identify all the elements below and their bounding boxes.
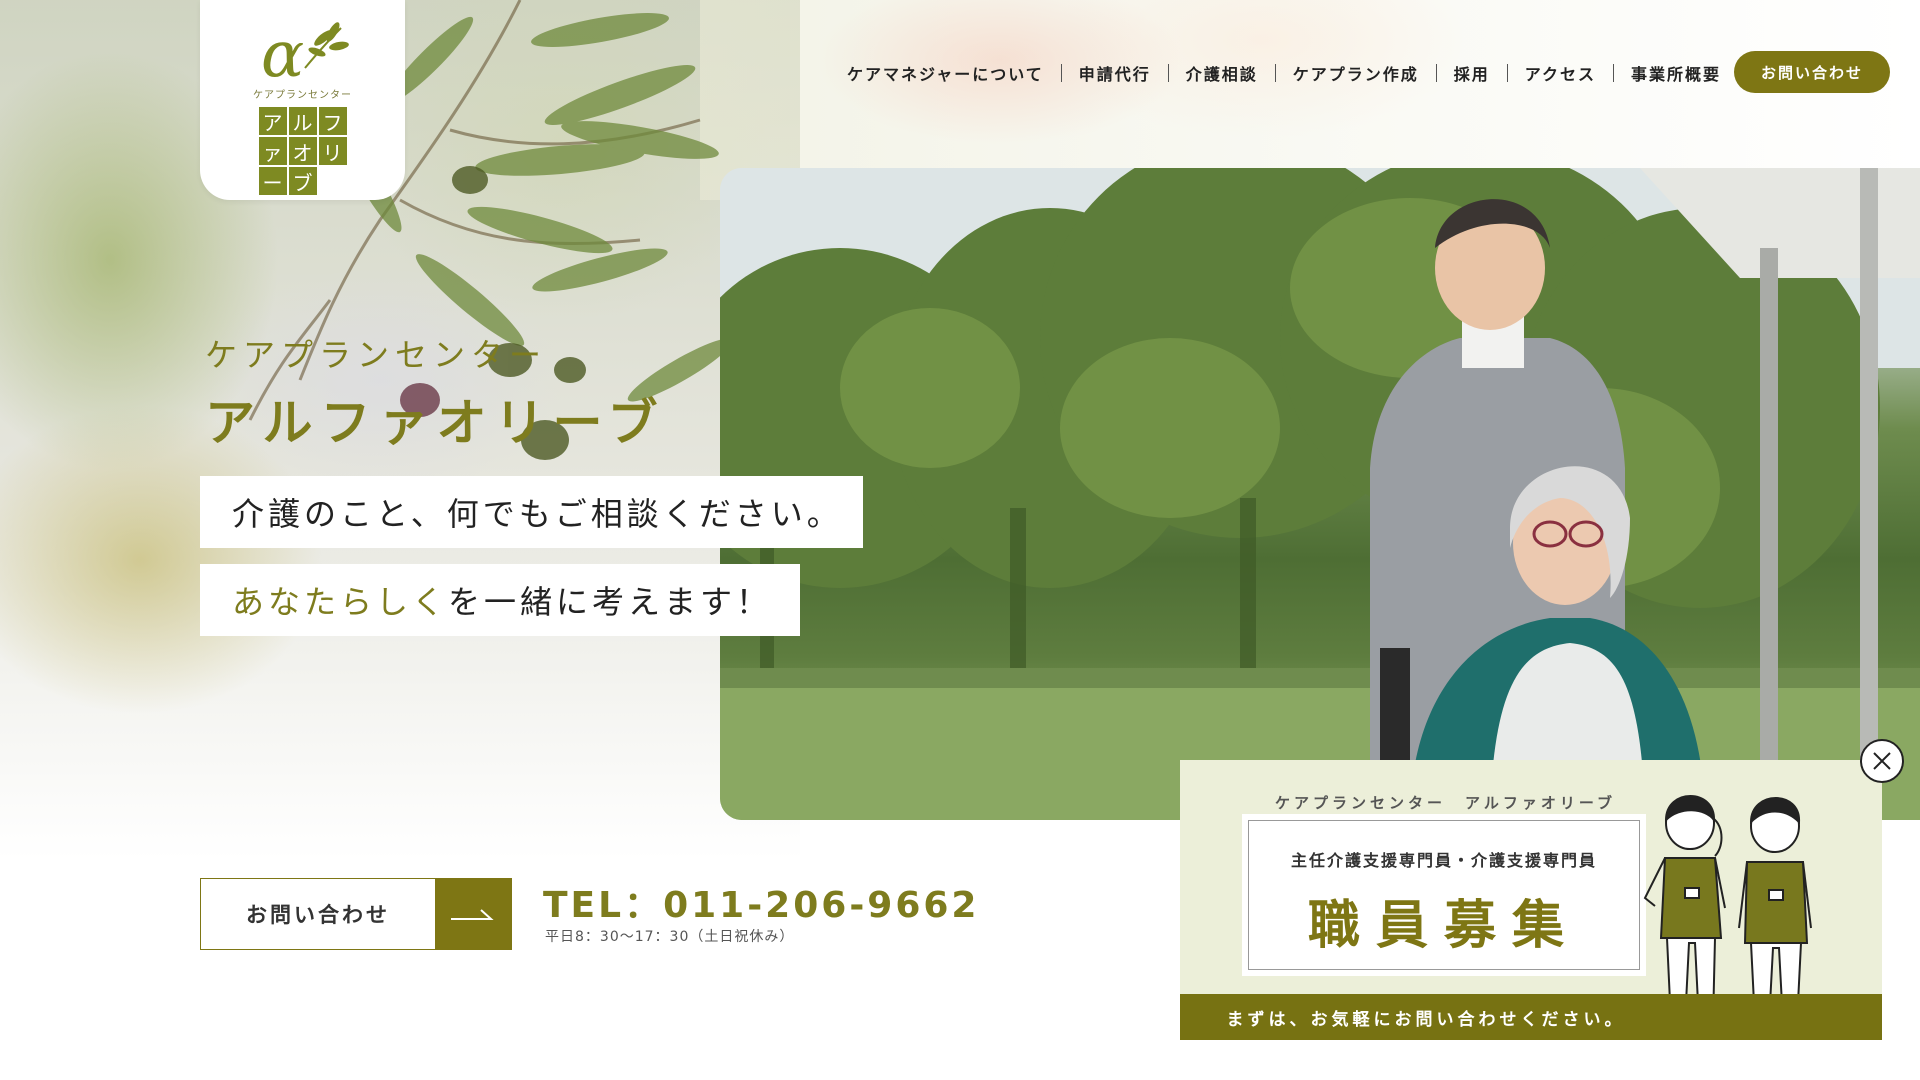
svg-text:α: α [261,18,304,86]
arrow-right-icon [435,879,511,949]
recruit-banner[interactable]: ケアプランセンター アルファオリーブ 主任介護支援専門員・介護支援専門員 職員募… [1180,760,1882,1040]
logo-char: ァ [258,137,287,165]
hero-catchphrase-2: あなたらしく を一緒に考えます！ [200,564,800,636]
nav-item-care-manager[interactable]: ケアマネジャーについて [830,61,1061,85]
logo-subtitle: ケアプランセンター [253,90,352,101]
nav-item-care-plan[interactable]: ケアプラン作成 [1276,61,1436,85]
recruit-headline: 職員募集 [1307,896,1580,956]
phone-number[interactable]: TEL：011-206-9662 [543,876,979,928]
logo-char: ル [288,107,317,135]
nav-contact-button[interactable]: お問い合わせ [1734,51,1890,93]
nav-item-consultation[interactable]: 介護相談 [1169,61,1275,85]
hero-subtitle: ケアプランセンター [205,336,548,374]
catchphrase-highlight: あなたらしく [232,583,449,621]
recruit-company-name: ケアプランセンター アルファオリーブ [1275,794,1616,812]
hero-catchphrase-1: 介護のこと、何でもご相談ください。 [200,476,863,548]
logo-char: フ [318,107,347,135]
logo-char: ア [258,107,287,135]
nav-item-application[interactable]: 申請代行 [1062,61,1168,85]
recruit-footer-text: まずは、お気軽にお問い合わせください。 [1180,994,1882,1040]
contact-cta-button[interactable]: お問い合わせ [200,878,512,950]
hero-title: アルファオリーブ [205,394,666,452]
recruit-headline-box: 主任介護支援専門員・介護支援専門員 職員募集 [1242,814,1646,976]
recruit-positions: 主任介護支援専門員・介護支援専門員 [1290,851,1597,870]
nav-item-access[interactable]: アクセス [1508,61,1613,85]
main-navigation: ケアマネジャーについて 申請代行 介護相談 ケアプラン作成 採用 アクセス 事業… [830,60,1738,86]
nav-item-recruit[interactable]: 採用 [1437,61,1507,85]
logo-wordmark: ア ル フ ァ オ リ ー ブ [258,107,347,195]
nav-item-about[interactable]: 事業所概要 [1614,61,1738,85]
logo-char: ブ [288,167,317,195]
hero-photo-elderly-couple [720,168,1920,820]
alpha-olive-logo-icon: α [261,18,349,86]
business-hours: 平日8：30〜17：30（土日祝休み） [545,929,795,945]
site-logo[interactable]: α ケアプランセンター ア ル フ ァ オ リ ー ブ [200,0,405,200]
logo-char: ー [258,167,287,195]
logo-char: オ [288,137,317,165]
close-icon[interactable] [1860,739,1904,783]
logo-char: リ [318,137,347,165]
catchphrase-text: を一緒に考えます！ [448,583,773,621]
contact-cta-label: お問い合わせ [246,903,390,927]
